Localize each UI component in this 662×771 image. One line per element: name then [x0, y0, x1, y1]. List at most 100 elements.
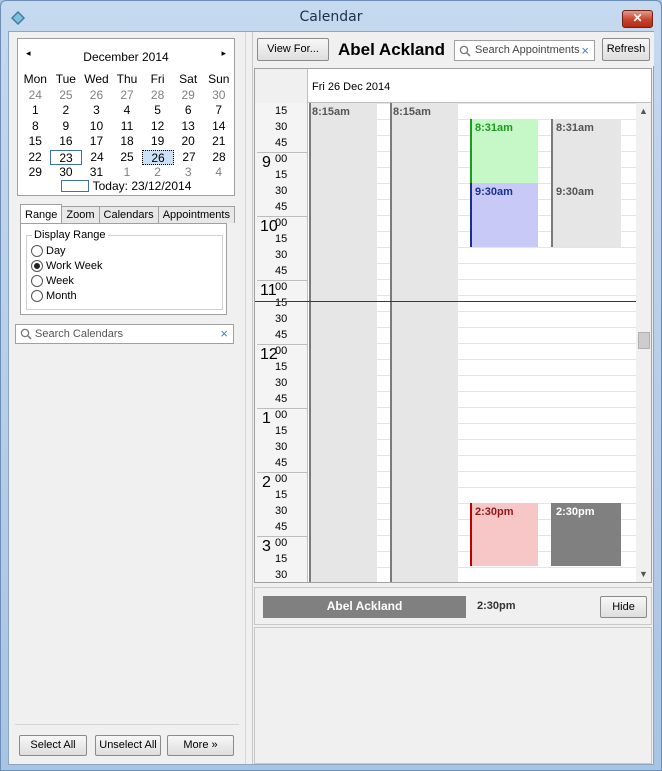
search-calendars-placeholder: Search Calendars — [35, 328, 124, 340]
appointment-block[interactable]: 9:30am — [470, 183, 538, 247]
mini-calendar-grid: Mon Tue Wed Thu Fri Sat Sun 24 25 26 27 28 29 30 1 2 3 4 5… — [20, 72, 234, 181]
calendar-owner-name: Abel Ackland — [338, 40, 446, 59]
day-cell[interactable]: 24 — [20, 88, 51, 104]
appointment-block[interactable]: 8:31am — [470, 119, 538, 183]
day-cell[interactable]: 11 — [112, 119, 143, 135]
day-cell[interactable]: 19 — [142, 134, 173, 150]
day-cell[interactable]: 13 — [173, 119, 204, 135]
day-cell[interactable]: 29 — [173, 88, 204, 104]
minute-label: 00 — [275, 345, 288, 357]
scroll-thumb[interactable] — [638, 332, 650, 349]
search-calendars-input[interactable]: Search Calendars × — [15, 324, 234, 344]
radio-day[interactable]: Day — [31, 245, 66, 257]
minute-label: 30 — [275, 377, 288, 389]
minute-label: 15 — [275, 105, 288, 117]
day-cell[interactable]: 27 — [112, 88, 143, 104]
day-cell[interactable]: 28 — [142, 88, 173, 104]
day-cell[interactable]: 30 — [203, 88, 234, 104]
day-cell[interactable]: 27 — [174, 150, 204, 166]
splitter[interactable] — [245, 32, 253, 764]
scroll-down-icon[interactable]: ▼ — [639, 569, 648, 579]
clear-search-icon[interactable]: × — [220, 326, 228, 341]
day-cell[interactable]: 23 — [50, 149, 82, 165]
vertical-scrollbar[interactable]: ▲ ▼ — [636, 103, 651, 582]
radio-month[interactable]: Month — [31, 290, 77, 302]
unselect-all-button[interactable]: Unselect All — [95, 735, 161, 756]
day-cell[interactable]: 24 — [82, 150, 112, 166]
minute-label: 00 — [275, 537, 288, 549]
today-link[interactable]: Today: 23/12/2014 — [18, 179, 234, 193]
minute-label: 45 — [275, 329, 288, 341]
minute-label: 00 — [275, 473, 288, 485]
close-button[interactable]: ✕ — [622, 10, 653, 28]
appointment-block[interactable]: 8:15am — [390, 103, 458, 582]
week-row: 22 23 24 25 26 27 28 — [20, 149, 234, 166]
day-cell[interactable]: 28 — [204, 150, 234, 166]
day-cell[interactable]: 26 — [81, 88, 112, 104]
day-cell[interactable]: 14 — [203, 119, 234, 135]
tab-calendars[interactable]: Calendars — [98, 206, 159, 223]
clear-search-icon[interactable]: × — [581, 43, 589, 58]
day-header: Sat — [179, 72, 198, 86]
tab-appointments[interactable]: Appointments — [157, 206, 235, 223]
day-cell[interactable]: 21 — [203, 134, 234, 150]
day-cell[interactable]: 12 — [142, 119, 173, 135]
day-cell[interactable]: 26 — [142, 149, 174, 165]
day-header: Sun — [208, 72, 230, 86]
mini-calendar: ◂ ▸ December 2014 Mon Tue Wed Thu Fri Sat Sun 2… — [17, 38, 235, 196]
hour-divider — [257, 408, 307, 409]
day-cell[interactable]: 3 — [81, 103, 112, 119]
radio-week[interactable]: Week — [31, 275, 74, 287]
appointment-block[interactable]: 9:30am — [551, 183, 621, 247]
day-cell[interactable]: 2 — [51, 103, 82, 119]
day-cell[interactable]: 25 — [112, 150, 142, 166]
hour-divider — [257, 152, 307, 153]
minute-label: 00 — [275, 217, 288, 229]
radio-label: Day — [46, 245, 66, 257]
appointment-block[interactable]: 8:15am — [309, 103, 377, 582]
day-cell[interactable]: 7 — [203, 103, 234, 119]
day-cell[interactable]: 8 — [20, 119, 51, 135]
appointment-block[interactable]: 2:30pm — [551, 503, 621, 566]
day-cell[interactable]: 15 — [20, 134, 51, 150]
appointment-grid[interactable]: 8:15am 8:15am 8:31am 8:31am 9:30am 9:30am 2:30… — [309, 103, 636, 582]
appointment-time: 8:15am — [393, 106, 431, 118]
day-cell[interactable]: 6 — [173, 103, 204, 119]
minute-label: 15 — [275, 489, 288, 501]
day-cell[interactable]: 18 — [112, 134, 143, 150]
day-cell[interactable]: 4 — [112, 103, 143, 119]
appointment-block[interactable]: 2:30pm — [470, 503, 538, 566]
day-cell[interactable]: 5 — [142, 103, 173, 119]
left-panel: ◂ ▸ December 2014 Mon Tue Wed Thu Fri Sat Sun 2… — [9, 32, 245, 764]
minute-label: 15 — [275, 553, 288, 565]
day-cell[interactable]: 20 — [173, 134, 204, 150]
select-all-button[interactable]: Select All — [19, 735, 87, 756]
day-cell[interactable]: 10 — [81, 119, 112, 135]
tab-range[interactable]: Range — [20, 204, 63, 223]
week-row: 24 25 26 27 28 29 30 — [20, 88, 234, 104]
day-cell[interactable]: 25 — [51, 88, 82, 104]
week-row: 1234567 — [20, 103, 234, 119]
day-header: Mon — [23, 72, 47, 86]
day-cell[interactable]: 16 — [51, 134, 82, 150]
day-view: Fri 26 Dec 2014 15 30 45 9 00 15 30 45 10 00 15 30 4… — [254, 68, 652, 583]
more-button[interactable]: More » — [167, 735, 234, 756]
hour-label: 9 — [262, 154, 271, 171]
title-bar[interactable]: Calendar ✕ — [1, 1, 661, 35]
day-cell[interactable]: 1 — [20, 103, 51, 119]
view-for-button[interactable]: View For... — [257, 38, 329, 61]
hide-button[interactable]: Hide — [600, 596, 647, 618]
day-cell[interactable]: 9 — [51, 119, 82, 135]
search-appointments-input[interactable]: Search Appointments × — [454, 40, 595, 61]
detail-name[interactable]: Abel Ackland — [263, 596, 466, 618]
detail-area — [254, 627, 652, 764]
minute-label: 00 — [275, 281, 288, 293]
radio-work-week[interactable]: Work Week — [31, 260, 102, 272]
minute-label: 00 — [275, 409, 288, 421]
scroll-up-icon[interactable]: ▲ — [639, 106, 648, 116]
appointment-block[interactable]: 8:31am — [551, 119, 621, 183]
refresh-button[interactable]: Refresh — [602, 38, 650, 61]
day-cell[interactable]: 17 — [81, 134, 112, 150]
day-cell[interactable]: 22 — [20, 150, 50, 166]
tab-zoom[interactable]: Zoom — [61, 206, 100, 223]
